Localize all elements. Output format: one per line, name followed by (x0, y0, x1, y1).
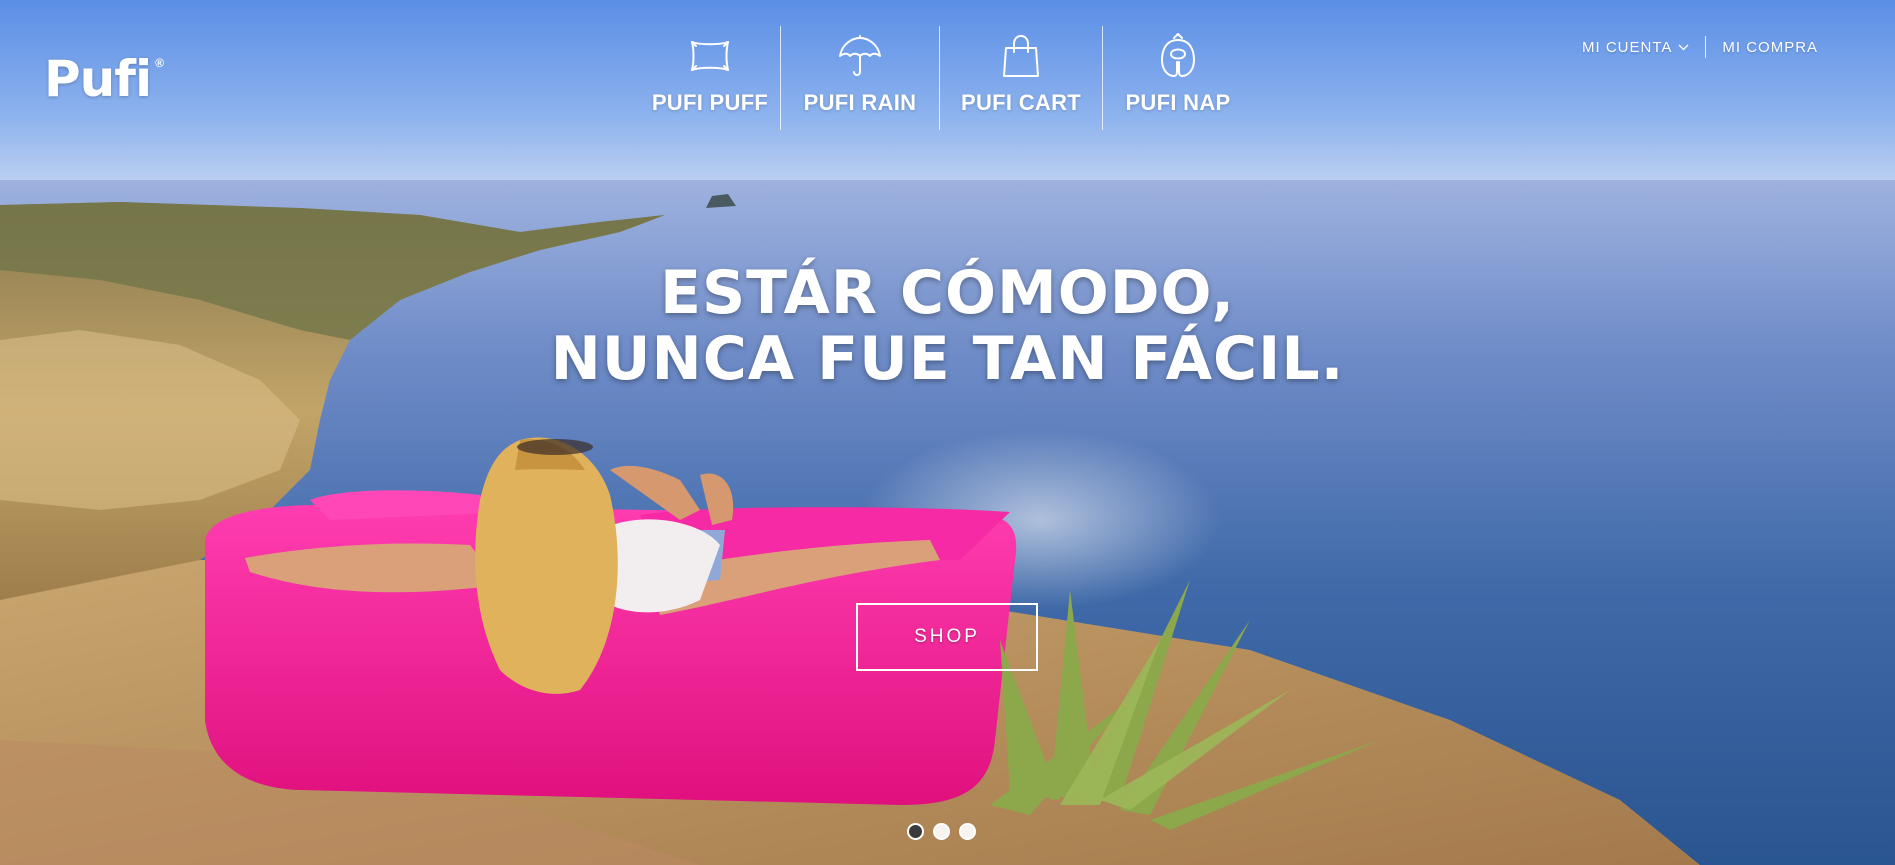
chevron-down-icon (1678, 44, 1689, 50)
carousel-dot-2[interactable] (933, 823, 950, 840)
nav-item-pufi-cart[interactable]: PUFI CART (940, 26, 1102, 130)
hero-headline-line-1: ESTÁR CÓMODO, (659, 258, 1236, 328)
neck-pillow-icon (1154, 32, 1202, 80)
my-account-label: MI CUENTA (1582, 38, 1673, 56)
account-navigation: MI CUENTA MI COMPRA (1582, 36, 1818, 58)
logo-wordmark: Pufi (44, 50, 152, 108)
hero-headline-line-2: NUNCA FUE TAN FÁCIL. (550, 324, 1345, 394)
hero-headline: ESTÁR CÓMODO, NUNCA FUE TAN FÁCIL. (0, 260, 1895, 392)
nav-item-pufi-rain[interactable]: PUFI RAIN (781, 26, 939, 130)
registered-mark: ® (155, 56, 164, 70)
account-divider (1705, 36, 1707, 58)
brand-logo[interactable]: Pufi ® (44, 54, 164, 104)
pillow-icon (686, 32, 734, 80)
carousel-dot-3[interactable] (959, 823, 976, 840)
main-navigation: PUFI PUFF PUFI RAIN PUFI CART PUFI NAP (640, 26, 1253, 130)
shopping-bag-icon (997, 32, 1045, 80)
shop-button[interactable]: SHOP (856, 603, 1038, 671)
nav-label: PUFI RAIN (803, 90, 917, 115)
nav-item-pufi-nap[interactable]: PUFI NAP (1103, 26, 1253, 130)
nav-item-pufi-puff[interactable]: PUFI PUFF (640, 26, 780, 130)
nav-label: PUFI NAP (1125, 90, 1231, 115)
carousel-dot-1[interactable] (907, 823, 924, 840)
hero-banner: Pufi ® PUFI PUFF PUFI RAIN PUFI CART PUF… (0, 0, 1895, 865)
carousel-pagination (907, 823, 976, 840)
my-purchase-label: MI COMPRA (1722, 38, 1819, 56)
my-account-dropdown[interactable]: MI CUENTA (1582, 39, 1689, 56)
nav-label: PUFI CART (960, 90, 1082, 115)
my-purchase-link[interactable]: MI COMPRA (1722, 39, 1818, 56)
nav-label: PUFI PUFF (651, 90, 769, 115)
umbrella-icon (836, 32, 884, 80)
